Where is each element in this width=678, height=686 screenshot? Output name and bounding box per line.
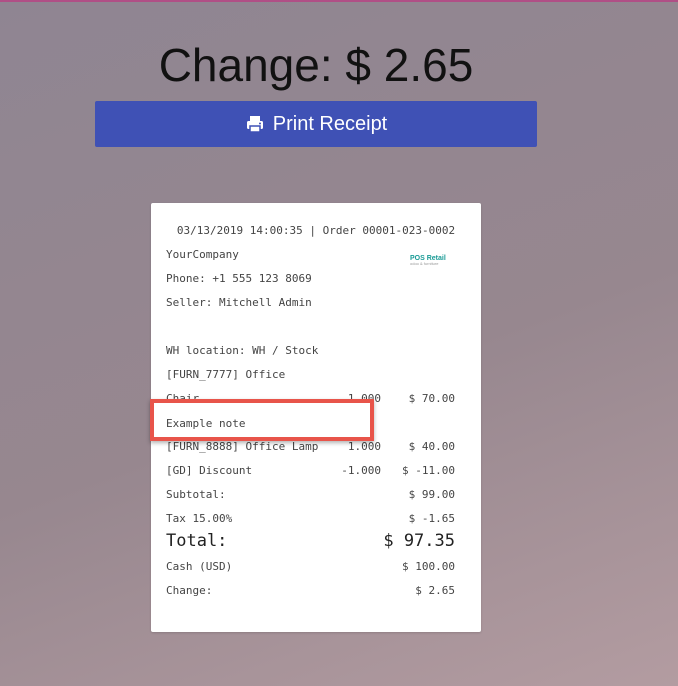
receipt-line-amount: $ -11.00 (402, 464, 455, 477)
change-amount-heading: Change: $ 2.65 (158, 39, 474, 91)
total-value: $ 97.35 (383, 531, 455, 551)
print-receipt-label: Print Receipt (272, 112, 388, 135)
company-logo: POS Retail odoo & furniture (410, 255, 446, 266)
receipt-line-amount: $ 70.00 (408, 392, 455, 405)
example-note-text: Example note (166, 417, 246, 430)
top-accent-line (0, 0, 678, 2)
receipt-line-qty: 1.000 (347, 440, 381, 453)
receipt-wh-location: WH location: WH / Stock (166, 344, 319, 357)
cash-value: $ 100.00 (402, 560, 455, 573)
printer-icon (246, 116, 263, 133)
subtotal-value: $ 99.00 (408, 488, 455, 501)
logo-subtitle: odoo & furniture (410, 261, 439, 266)
tax-value: $ -1.65 (408, 512, 455, 525)
change-value: $ 2.65 (415, 584, 455, 597)
receipt-phone: Phone: +1 555 123 8069 (166, 272, 312, 285)
example-note-highlight: Example note (150, 399, 374, 441)
print-receipt-button[interactable]: Print Receipt (95, 101, 537, 147)
receipt-line-name: [FURN_7777] Office (166, 368, 286, 381)
receipt-line-qty: -1.000 (341, 464, 381, 477)
receipt-date-order: 03/13/2019 14:00:35 | Order 00001-023-00… (176, 224, 456, 237)
receipt-seller: Seller: Mitchell Admin (166, 296, 312, 309)
receipt-line-amount: $ 40.00 (408, 440, 455, 453)
